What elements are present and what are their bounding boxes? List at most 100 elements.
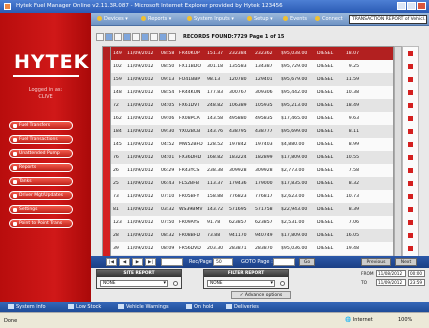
- col-time: 09:06: [161, 116, 175, 121]
- table-row[interactable]: 148 11/09/2012 08:54 FR44KUN 177.83 300767 309…: [103, 86, 393, 99]
- quick-vehicle-warnings[interactable]: Vehicle Warnings: [118, 304, 169, 310]
- status-text: Done: [4, 318, 18, 324]
- columns-icon[interactable]: [141, 33, 149, 41]
- reports-icon: [141, 16, 146, 21]
- quick-low-stock[interactable]: Low Stock: [68, 304, 101, 310]
- col-vehicle: FR05BFY: [179, 194, 200, 199]
- table-row[interactable]: 81 11/09/2012 03:32 WS39BMV 143.72 571695 5717…: [103, 203, 393, 216]
- nav-fuel-transfers[interactable]: Fuel Transfers: [9, 121, 73, 130]
- nav-fuel-transactions[interactable]: Fuel Transactions: [9, 135, 73, 144]
- nav-settings[interactable]: Settings: [9, 205, 73, 214]
- filter-report-select[interactable]: NONE: [207, 280, 275, 287]
- maximize-button[interactable]: [407, 2, 416, 10]
- previous-button[interactable]: Previous: [361, 258, 391, 266]
- table-row[interactable]: 73 11/09/2012 07:10 FR05BFY 158.88 776823 7768…: [103, 190, 393, 203]
- row-marker[interactable]: [103, 190, 111, 203]
- table-row[interactable]: 149 11/09/2012 08:58 FR40KUP 151.37 232384 232…: [103, 47, 393, 60]
- row-marker[interactable]: [103, 86, 111, 99]
- row-marker[interactable]: [103, 125, 111, 138]
- last-page-button[interactable]: ▶|: [145, 258, 156, 266]
- quick-on-hold[interactable]: On hold: [186, 304, 214, 310]
- close-button[interactable]: [417, 2, 426, 10]
- nav-point-to-point[interactable]: Point to Point Trans: [9, 219, 73, 228]
- row-marker[interactable]: [103, 60, 111, 73]
- col-odo: 106389: [229, 103, 247, 108]
- row-marker[interactable]: [103, 216, 111, 229]
- table-row[interactable]: 26 11/09/2012 06:29 FR43YCS 238.38 309928 3099…: [103, 164, 393, 177]
- site-report-radio[interactable]: [173, 281, 178, 286]
- table-row[interactable]: 145 11/09/2012 04:52 MW52BFD 128.52 197842 197…: [103, 138, 393, 151]
- table-row[interactable]: 123 11/09/2012 07:50 FR09AYS 91.78 623857 6238…: [103, 216, 393, 229]
- from-time-input[interactable]: 00:00: [408, 270, 425, 277]
- nav-tanks[interactable]: Tanks: [9, 177, 73, 186]
- table-row[interactable]: 76 11/09/2012 04:01 FX36DHD 168.82 183224 1828…: [103, 151, 393, 164]
- col-fuel: DIESEL: [317, 64, 334, 69]
- row-marker[interactable]: [103, 229, 111, 242]
- first-page-button[interactable]: |◀: [106, 258, 117, 266]
- row-marker[interactable]: [103, 203, 111, 216]
- table-row[interactable]: 162 11/09/2012 09:06 FX08PCA 143.58 495880 495…: [103, 112, 393, 125]
- row-marker[interactable]: [103, 47, 111, 60]
- table-row[interactable]: 39 11/09/2012 08:09 FR56DVD 203.30 283871 2838…: [103, 242, 393, 255]
- table-row[interactable]: 25 11/09/2012 06:43 FL52BFB 113.37 179436 1790…: [103, 177, 393, 190]
- table-row[interactable]: 102 11/09/2012 08:50 FX11BDO 301.18 135583 134…: [103, 60, 393, 73]
- new-doc-icon[interactable]: [96, 33, 104, 41]
- chart-icon[interactable]: [159, 33, 167, 41]
- filter-report-box: FILTER REPORT NONE: [203, 269, 289, 289]
- menu-devices[interactable]: Devices ▾: [97, 16, 128, 22]
- menu-connect[interactable]: Connect: [315, 16, 343, 22]
- menu-setup[interactable]: Setup ▾: [247, 16, 273, 22]
- filter-icon[interactable]: [132, 33, 140, 41]
- nav-unattended-pump[interactable]: Unattended Pump: [9, 149, 73, 158]
- print-icon[interactable]: [105, 33, 113, 41]
- col-card: $95,442.00: [281, 90, 308, 95]
- alert-marker: [408, 155, 413, 160]
- menu-system-inputs[interactable]: System Inputs ▾: [187, 16, 234, 22]
- advance-options-button[interactable]: ✓ Advance options: [231, 291, 291, 299]
- next-page-button[interactable]: ▶: [132, 258, 143, 266]
- export-icon[interactable]: [114, 33, 122, 41]
- from-date-input[interactable]: 11/08/2012: [376, 270, 406, 277]
- records-found-label: RECORDS FOUND:7729 Page 1 of 15: [183, 34, 285, 40]
- nav-reports[interactable]: Reports: [9, 163, 73, 172]
- row-marker[interactable]: [103, 242, 111, 255]
- page-size-input[interactable]: [161, 258, 183, 266]
- col-time: 03:32: [161, 207, 175, 212]
- nav-driver-mgt[interactable]: Driver Mgt/Updates: [9, 191, 73, 200]
- goto-page-input[interactable]: [273, 258, 295, 266]
- vertical-scrollbar[interactable]: [394, 46, 402, 280]
- refresh-icon[interactable]: [123, 33, 131, 41]
- col-litres: 301.18: [207, 64, 224, 69]
- to-date-input[interactable]: 11/09/2012: [376, 279, 406, 286]
- email-icon[interactable]: [168, 33, 176, 41]
- quick-system-info[interactable]: System info: [8, 304, 46, 310]
- prev-page-button[interactable]: ◀: [119, 258, 130, 266]
- row-marker[interactable]: [103, 138, 111, 151]
- table-row[interactable]: 159 11/09/2012 09:13 FO41BBP 98.13 120780 1294…: [103, 73, 393, 86]
- excel-icon[interactable]: [150, 33, 158, 41]
- row-marker[interactable]: [103, 73, 111, 86]
- minimize-button[interactable]: [397, 2, 406, 10]
- to-time-input[interactable]: 23:59: [408, 279, 425, 286]
- row-marker[interactable]: [103, 177, 111, 190]
- row-marker[interactable]: [103, 151, 111, 164]
- table-row[interactable]: 72 11/09/2012 04:05 FX61DVT 248.82 106389 1059…: [103, 99, 393, 112]
- site-report-select[interactable]: NONE: [100, 280, 168, 287]
- quick-deliveries[interactable]: Deliveries: [226, 304, 259, 310]
- zoom-level[interactable]: 100%: [398, 317, 412, 323]
- row-marker[interactable]: [103, 112, 111, 125]
- col-time: 09:30: [161, 129, 175, 134]
- filter-report-radio[interactable]: [280, 281, 285, 286]
- table-row[interactable]: 184 11/09/2012 09:30 YX02BCB 143.76 438795 438…: [103, 125, 393, 138]
- next-button[interactable]: Next: [395, 258, 417, 266]
- site-report-heading: SITE REPORT: [97, 270, 181, 277]
- rec-per-page-select[interactable]: 50: [213, 258, 233, 266]
- col-pump: 159: [113, 77, 122, 82]
- row-marker[interactable]: [103, 164, 111, 177]
- menu-reports[interactable]: Reports ▾: [141, 16, 171, 22]
- menu-events[interactable]: Events: [283, 16, 307, 22]
- table-row[interactable]: 28 11/09/2012 08:32 FR08BFD 73.88 941170 94074…: [103, 229, 393, 242]
- report-search-field[interactable]: TRANSACTION REPORT of Vehicl...: [349, 15, 427, 24]
- go-button[interactable]: Go: [299, 258, 315, 266]
- row-marker[interactable]: [103, 99, 111, 112]
